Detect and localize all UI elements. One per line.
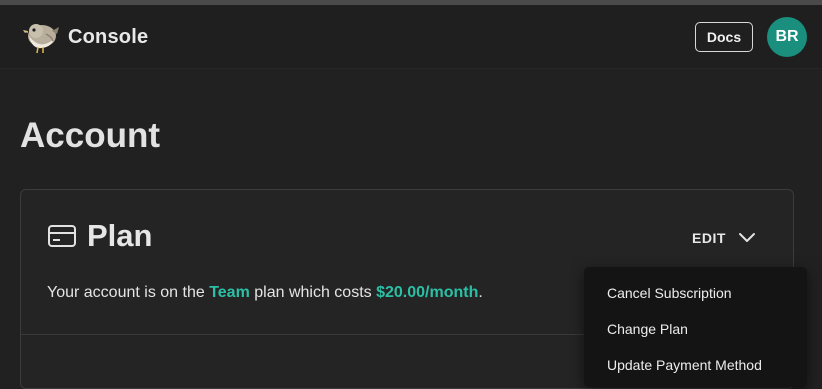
credit-card-icon [48,225,76,247]
top-navbar: Console Docs BR [0,5,822,69]
menu-item-update-payment-method[interactable]: Update Payment Method [607,357,762,373]
brand[interactable]: Console [22,19,148,55]
edit-dropdown-toggle[interactable]: EDIT [692,230,756,246]
plan-description-suffix: . [478,284,483,301]
plan-price: $20.00/month [376,284,479,301]
menu-item-change-plan[interactable]: Change Plan [607,321,688,337]
plan-title: Plan [87,218,153,253]
menu-item-cancel-subscription[interactable]: Cancel Subscription [607,285,732,301]
plan-name: Team [209,284,250,301]
plan-description: Your account is on the Team plan which c… [47,284,483,302]
plan-heading: Plan [47,218,152,254]
bird-icon [23,24,59,54]
plan-description-prefix: Your account is on the [47,284,210,301]
edit-dropdown-menu: Cancel Subscription Change Plan Update P… [584,267,807,387]
docs-button[interactable]: Docs [695,22,753,52]
plan-description-middle: plan which costs [249,284,377,301]
chevron-down-icon [738,233,755,242]
app-name: Console [68,25,149,48]
page-title: Account [20,116,160,155]
edit-label: EDIT [692,230,726,246]
avatar[interactable]: BR [767,17,807,57]
